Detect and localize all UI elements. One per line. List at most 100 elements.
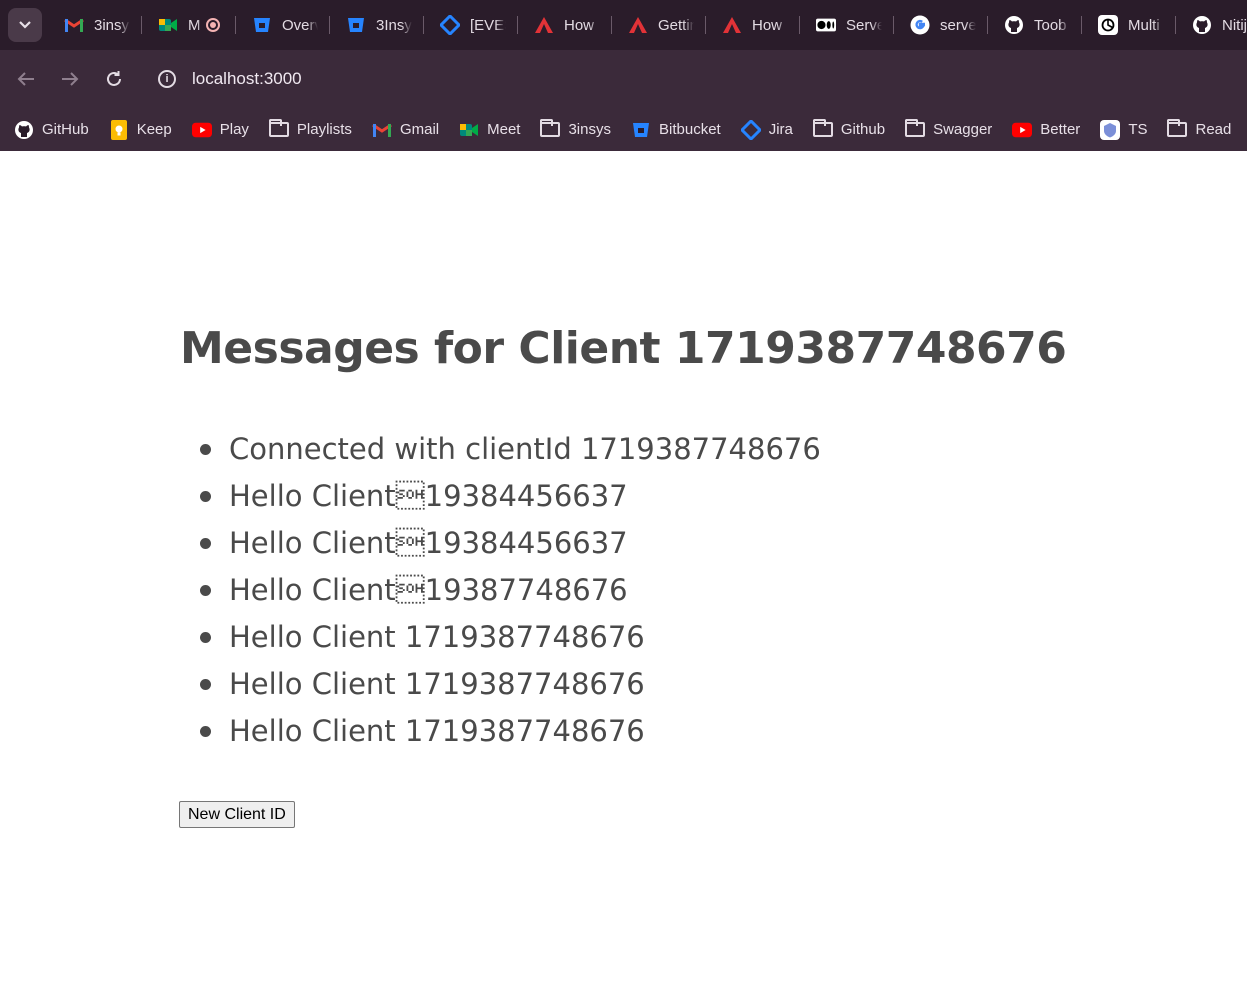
chevron-down-icon (19, 21, 31, 29)
browser-tab[interactable]: Serve (800, 8, 894, 42)
browser-tab[interactable]: M (142, 8, 236, 42)
tab-title: [EVES (470, 16, 506, 34)
ts-icon (1100, 119, 1121, 140)
browser-tab[interactable]: How (706, 8, 800, 42)
gmail-icon (64, 15, 84, 35)
bookmark-label: Play (219, 121, 249, 138)
bookmark-item[interactable]: Jira (740, 119, 793, 140)
folder-icon (905, 119, 926, 140)
google-meet-icon (158, 15, 178, 35)
tab-search-button[interactable] (8, 8, 42, 42)
jira-icon (440, 15, 460, 35)
github-icon (1192, 15, 1212, 35)
bookmark-item[interactable]: Github (812, 119, 886, 140)
bookmark-item[interactable]: 3insys (540, 119, 611, 140)
message-item: Connected with clientId 1719387748676 (200, 426, 821, 473)
bookmark-item[interactable]: Bitbucket (631, 120, 721, 140)
bookmark-label: Github (840, 121, 886, 138)
bookmark-label: Read (1195, 121, 1232, 138)
new-client-id-button[interactable]: New Client ID (179, 801, 295, 828)
tab-title: Gettin (658, 16, 694, 34)
browser-tab[interactable]: [EVES (424, 8, 518, 42)
arrow-right-icon (62, 72, 79, 86)
browser-tab[interactable]: Multi (1082, 8, 1176, 42)
youtube-icon (1012, 120, 1033, 140)
message-list: Connected with clientId 1719387748676 Hel… (200, 426, 821, 755)
tab-title: M (188, 16, 201, 34)
arrow-left-icon (17, 72, 34, 86)
bookmark-label: Bitbucket (659, 121, 721, 138)
message-item: Hello Client19387748676 (200, 567, 821, 614)
recording-icon (206, 18, 220, 32)
forward-button[interactable] (52, 61, 88, 97)
browser-tab[interactable]: serve (894, 8, 988, 42)
bookmark-item[interactable]: Playlists (268, 119, 352, 140)
bookmark-label: Gmail (399, 121, 440, 138)
message-item: Hello Client 1719387748676 (200, 708, 821, 755)
bookmark-item[interactable]: TS (1100, 119, 1148, 140)
message-item: Hello Client 1719387748676 (200, 661, 821, 708)
folder-icon (1167, 119, 1188, 140)
tab-title: 3Insy (376, 16, 412, 34)
message-item: Hello Client 1719387748676 (200, 614, 821, 661)
reload-icon (107, 71, 121, 86)
bookmark-item[interactable]: Read (1167, 119, 1232, 140)
browser-tab[interactable]: 3Insy (330, 8, 424, 42)
bookmark-label: Better (1040, 121, 1081, 138)
tab-title: Multi (1128, 16, 1160, 34)
site-info-icon[interactable]: i (158, 70, 176, 88)
tab-title: Overv (282, 16, 318, 34)
page-title: Messages for Client 1719387748676 (180, 323, 1067, 374)
bookmark-label: TS (1128, 121, 1148, 138)
browser-tab[interactable]: 3insy (48, 8, 142, 42)
bookmark-label: 3insys (568, 121, 611, 138)
bookmark-item[interactable]: Keep (109, 119, 172, 140)
tab-title: Serve (846, 16, 882, 34)
tab-title: Toob (1034, 16, 1067, 34)
tab-title: How (564, 16, 595, 34)
tab-title: 3insy (94, 16, 130, 34)
back-button[interactable] (8, 61, 44, 97)
browser-tab[interactable]: Overv (236, 8, 330, 42)
bookmark-label: Meet (487, 121, 521, 138)
bookmark-item[interactable]: Swagger (905, 119, 993, 140)
folder-icon (268, 119, 289, 140)
reload-button[interactable] (96, 61, 132, 97)
tab-strip: 3insy M Overv 3Insy [EVES How Gettin How Serve se… (0, 0, 1247, 50)
browser-tab[interactable]: Toob (988, 8, 1082, 42)
bitbucket-icon (346, 15, 366, 35)
address-bar[interactable]: i localhost:3000 (158, 61, 302, 97)
tab-title: How (752, 16, 783, 34)
jira-icon (740, 119, 761, 140)
bookmark-item[interactable]: Gmail (372, 120, 439, 140)
bitbucket-icon (631, 120, 651, 140)
bitbucket-icon (252, 15, 272, 35)
address-text: localhost:3000 (192, 69, 302, 88)
google-icon (910, 15, 930, 35)
browser-tab[interactable]: Nitij (1176, 8, 1247, 42)
tab-title: serve (940, 16, 976, 34)
bookmark-label: Swagger (933, 121, 993, 138)
bookmark-item[interactable]: Meet (459, 120, 520, 140)
message-item: Hello Client19384456637 (200, 520, 821, 567)
bookmark-item[interactable]: Play (191, 120, 249, 140)
github-icon (1004, 15, 1024, 35)
github-icon (14, 120, 34, 140)
google-meet-icon (459, 120, 479, 140)
bookmark-label: Keep (136, 121, 172, 138)
chatgpt-icon (1098, 15, 1118, 35)
folder-icon (812, 119, 833, 140)
bookmark-item[interactable]: Better (1012, 120, 1080, 140)
tab-list: 3insy M Overv 3Insy [EVES How Gettin How Serve se… (48, 8, 1247, 42)
bookmark-label: GitHub (42, 121, 89, 138)
bookmark-item[interactable]: GitHub (14, 120, 89, 140)
browser-tab[interactable]: How (518, 8, 612, 42)
youtube-icon (191, 120, 212, 140)
angular-icon (628, 15, 648, 35)
google-keep-icon (109, 119, 129, 140)
tab-title: Nitij (1222, 16, 1247, 34)
bookmark-label: Playlists (296, 121, 352, 138)
browser-tab[interactable]: Gettin (612, 8, 706, 42)
angular-icon (722, 15, 742, 35)
bookmark-label: Jira (768, 121, 793, 138)
